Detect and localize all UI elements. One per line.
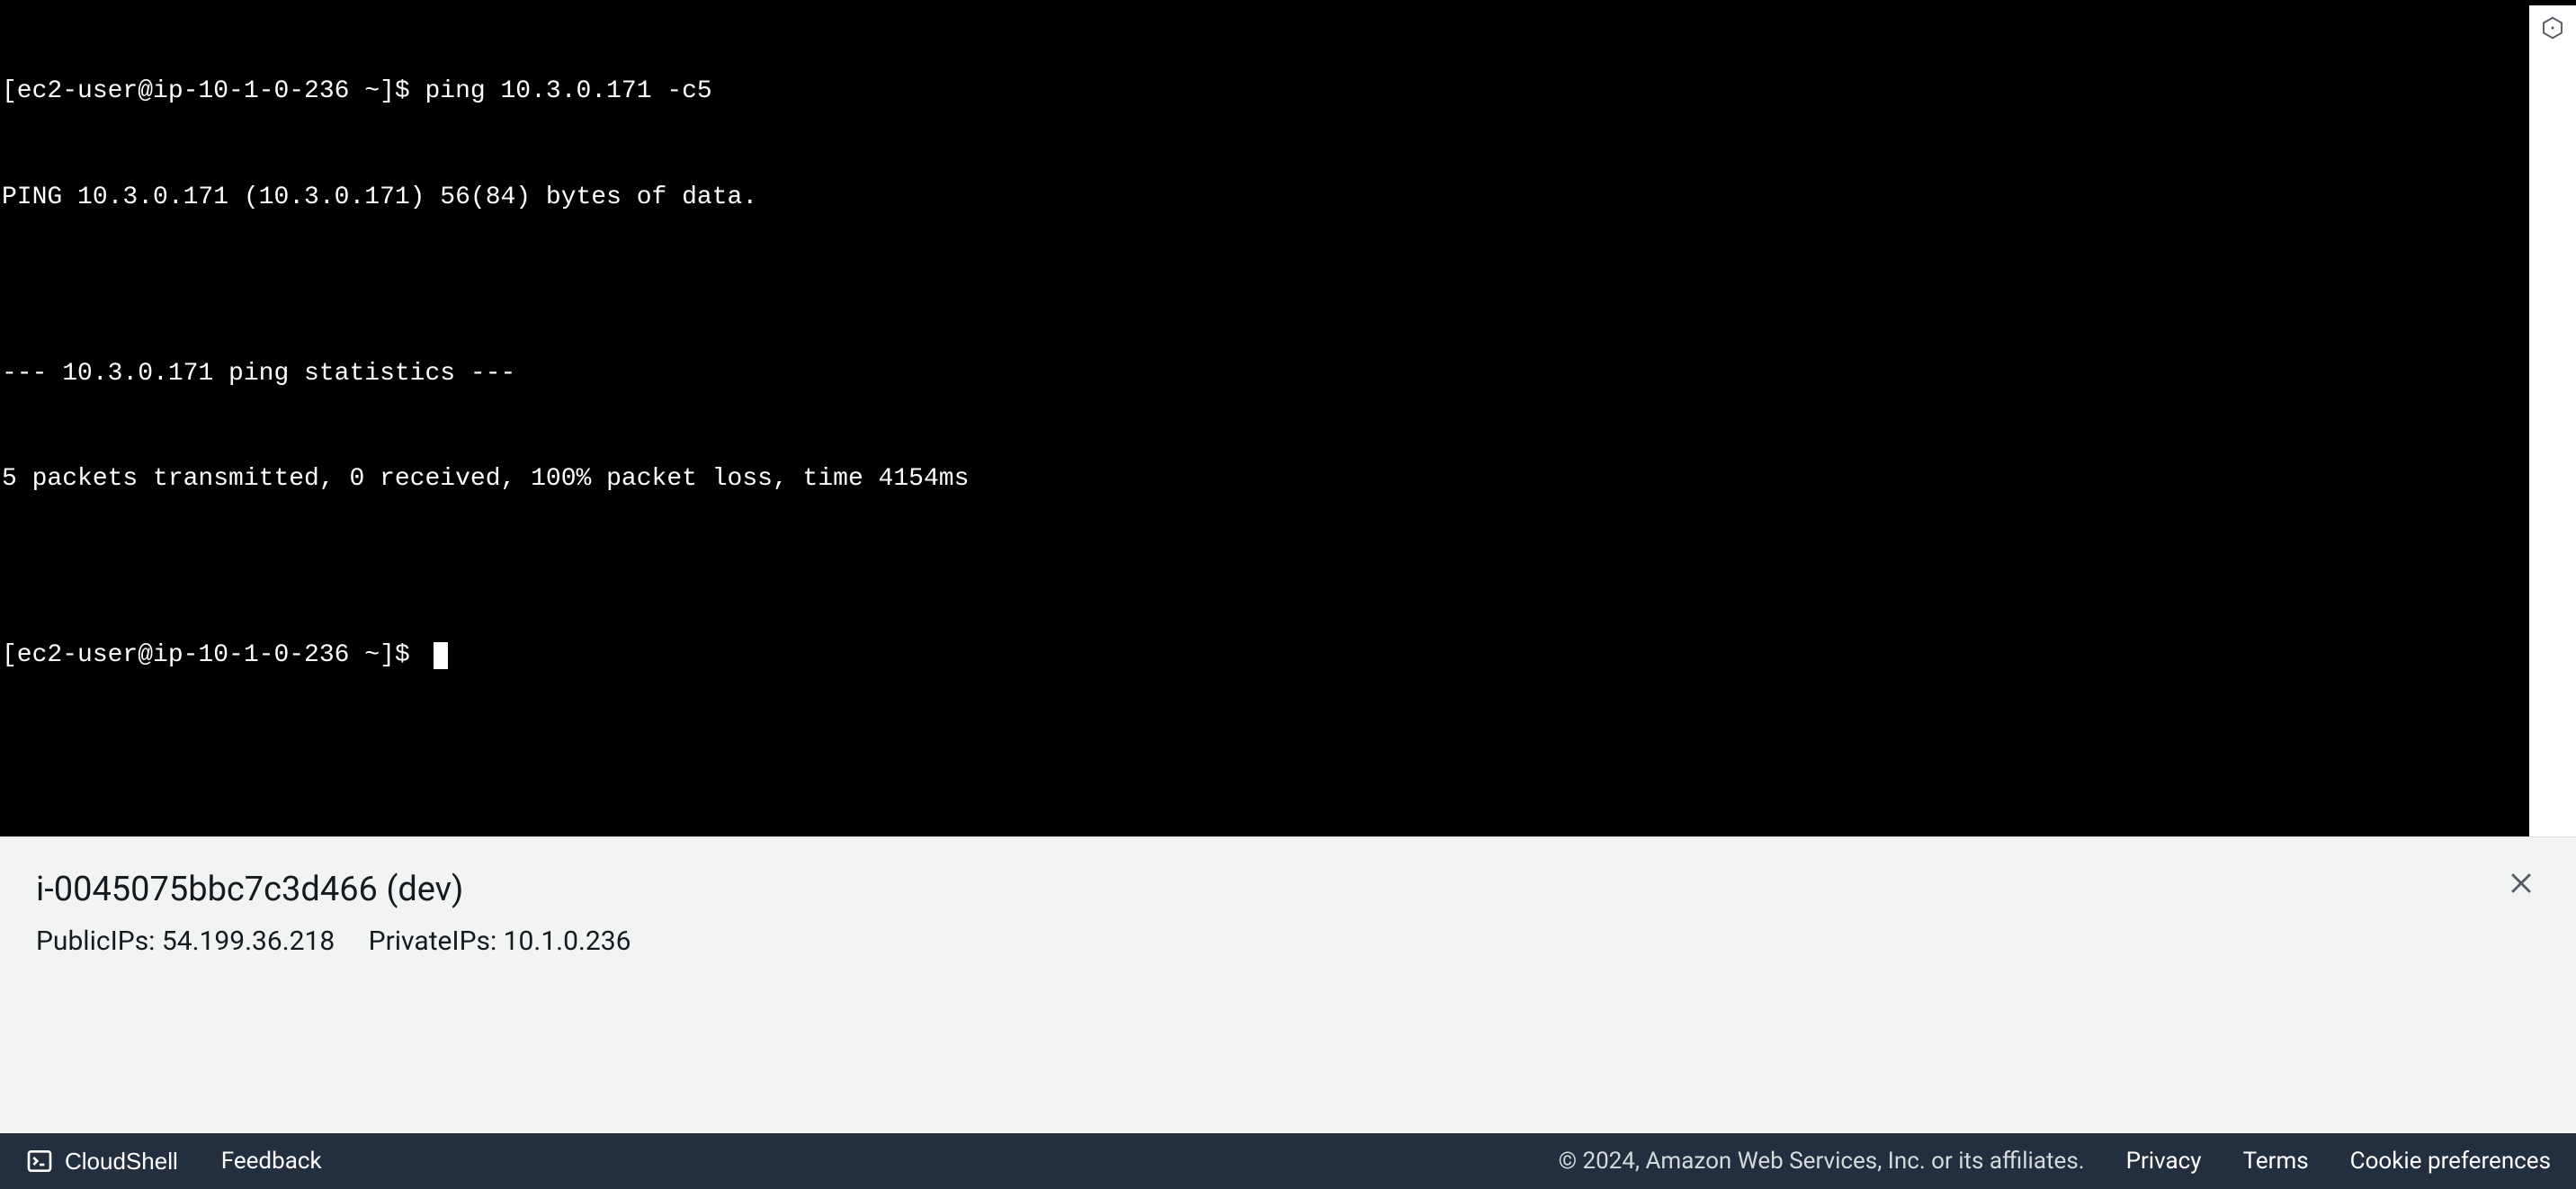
privacy-link[interactable]: Privacy: [2126, 1148, 2202, 1175]
instance-ip-details: PublicIPs: 54.199.36.218 PrivateIPs: 10.…: [36, 925, 2540, 957]
close-icon: [2506, 888, 2536, 901]
terms-link[interactable]: Terms: [2243, 1148, 2309, 1175]
cloudshell-icon: [25, 1147, 54, 1176]
terminal[interactable]: [ec2-user@ip-10-1-0-236 ~]$ ping 10.3.0.…: [0, 0, 2576, 836]
cursor-icon: [434, 642, 448, 669]
instance-title: i-0045075bbc7c3d466 (dev): [36, 870, 2540, 909]
terminal-line: --- 10.3.0.171 ping statistics ---: [2, 356, 2574, 391]
cloudshell-label: CloudShell: [65, 1148, 178, 1176]
terminal-prompt: [ec2-user@ip-10-1-0-236 ~]$: [2, 638, 425, 673]
terminal-line: 5 packets transmitted, 0 received, 100% …: [2, 461, 2574, 496]
copyright-text: © 2024, Amazon Web Services, Inc. or its…: [1559, 1148, 2085, 1175]
terminal-wrap: [ec2-user@ip-10-1-0-236 ~]$ ping 10.3.0.…: [0, 0, 2576, 836]
footer-left: CloudShell Feedback: [25, 1147, 322, 1176]
cloudshell-button[interactable]: CloudShell: [25, 1147, 178, 1176]
hexagon-icon[interactable]: [2539, 14, 2566, 45]
side-widget: [2529, 5, 2576, 842]
instance-info-panel: i-0045075bbc7c3d466 (dev) PublicIPs: 54.…: [0, 836, 2576, 1133]
app-root: [ec2-user@ip-10-1-0-236 ~]$ ping 10.3.0.…: [0, 0, 2576, 1189]
feedback-link[interactable]: Feedback: [221, 1148, 322, 1175]
footer-bar: CloudShell Feedback © 2024, Amazon Web S…: [0, 1133, 2576, 1189]
terminal-line: PING 10.3.0.171 (10.3.0.171) 56(84) byte…: [2, 180, 2574, 215]
footer-right: © 2024, Amazon Web Services, Inc. or its…: [1559, 1148, 2551, 1175]
terminal-line: [ec2-user@ip-10-1-0-236 ~]$ ping 10.3.0.…: [2, 74, 2574, 109]
public-ips: PublicIPs: 54.199.36.218: [36, 925, 335, 957]
terminal-prompt-line: [ec2-user@ip-10-1-0-236 ~]$: [2, 638, 2574, 673]
cookie-preferences-link[interactable]: Cookie preferences: [2350, 1148, 2551, 1175]
close-panel-button[interactable]: [2500, 863, 2542, 907]
private-ips: PrivateIPs: 10.1.0.236: [369, 925, 631, 957]
